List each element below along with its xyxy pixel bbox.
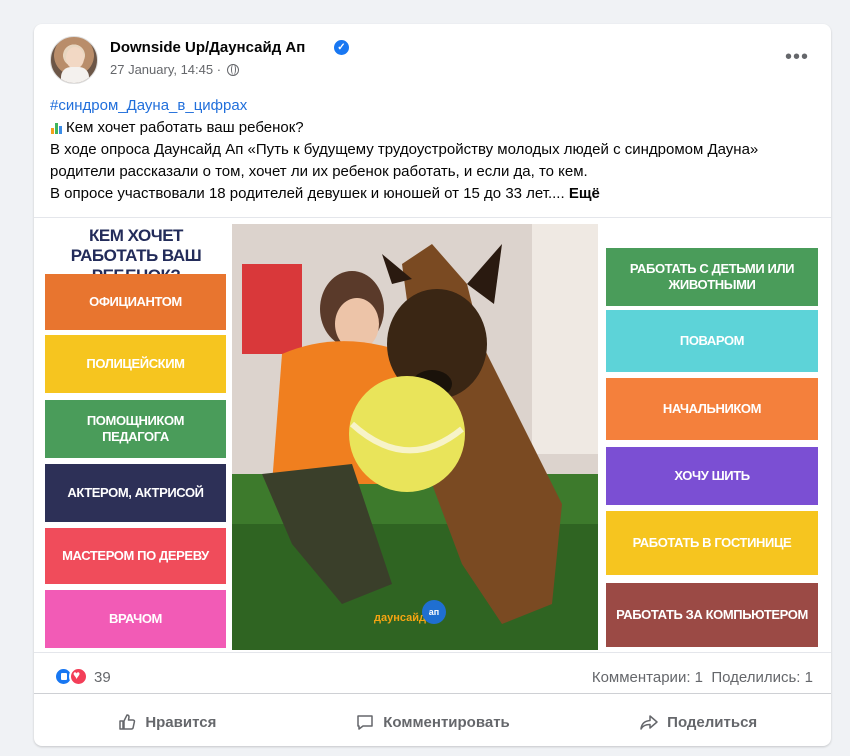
post-card: Downside Up/Даунсайд Ап ✓ 27 January, 14…: [34, 24, 831, 746]
comments-count[interactable]: Комментарии: 1: [592, 669, 703, 686]
image-tile: ВРАЧОМ: [45, 590, 226, 648]
thumbs-up-icon: [119, 714, 136, 730]
image-tile: ХОЧУ ШИТЬ: [606, 447, 818, 505]
image-tile: МАСТЕРОМ ПО ДЕРЕВУ: [45, 528, 226, 584]
post-text: #синдром_Дауна_в_цифрах Кем хочет работа…: [50, 95, 820, 205]
image-tile: ПОМОЩНИКОМ ПЕДАГОГА: [45, 400, 226, 458]
share-icon: [640, 715, 658, 730]
image-tile: ПОЛИЦЕЙСКИМ: [45, 335, 226, 393]
comment-button[interactable]: Комментировать: [300, 700, 566, 744]
image-tile: ОФИЦИАНТОМ: [45, 274, 226, 330]
avatar[interactable]: [50, 36, 98, 84]
comment-label: Комментировать: [383, 713, 510, 731]
globe-icon: [226, 64, 239, 76]
share-button[interactable]: Поделиться: [565, 700, 831, 744]
post-last-line: В опросе участвовали 18 родителей девуше…: [50, 185, 565, 202]
post-image[interactable]: КЕМ ХОЧЕТ РАБОТАТЬ ВАШ РЕБЕНОК? ОФИЦИАНТ…: [34, 217, 831, 653]
love-reaction-icon[interactable]: [69, 667, 88, 686]
see-more-link[interactable]: Ещё: [569, 185, 600, 202]
image-tile: НАЧАЛЬНИКОМ: [606, 378, 818, 440]
reactions-count[interactable]: 39: [94, 669, 111, 686]
post-meta: 27 January, 14:45 ·: [110, 62, 239, 77]
image-tile: РАБОТАТЬ С ДЕТЬМИ ИЛИ ЖИВОТНЫМИ: [606, 248, 818, 306]
like-button[interactable]: Нравится: [34, 700, 300, 744]
logo-text: даунсайд: [374, 612, 426, 624]
comment-icon: [357, 715, 373, 730]
reactions-bar: 39 Комментарии: 1 Поделились: 1: [34, 660, 831, 694]
share-label: Поделиться: [667, 713, 758, 731]
shares-count[interactable]: Поделились: 1: [711, 669, 813, 686]
avatar-face: [66, 47, 84, 69]
like-label: Нравится: [145, 713, 217, 731]
image-tile: РАБОТАТЬ В ГОСТИНИЦЕ: [606, 511, 818, 575]
post-question: Кем хочет работать ваш ребенок?: [66, 119, 304, 136]
page-name[interactable]: Downside Up/Даунсайд Ап: [110, 39, 305, 56]
post-body: В ходе опроса Даунсайд Ап «Путь к будуще…: [50, 141, 759, 180]
image-tile: ПОВАРОМ: [606, 310, 818, 372]
meta-separator: ·: [213, 62, 225, 77]
logo-ball: ап: [422, 600, 446, 624]
post-actions: Нравится Комментировать Поделиться: [34, 700, 831, 744]
post-date[interactable]: 27 January, 14:45: [110, 62, 213, 77]
photo-illustration: [232, 224, 598, 650]
photo-girl-with-dog: даунсайд ап: [232, 224, 598, 650]
bar-chart-icon: [50, 120, 64, 134]
image-tile: РАБОТАТЬ ЗА КОМПЬЮТЕРОМ: [606, 583, 818, 647]
post-header: Downside Up/Даунсайд Ап ✓ 27 January, 14…: [34, 24, 831, 104]
hashtag-link[interactable]: #синдром_Дауна_в_цифрах: [50, 97, 247, 114]
more-options-button[interactable]: •••: [785, 46, 809, 69]
engagement-counts: Комментарии: 1 Поделились: 1: [592, 669, 813, 686]
image-tile: АКТЕРОМ, АКТРИСОЙ: [45, 464, 226, 522]
avatar-body: [61, 67, 89, 83]
verified-badge-icon: ✓: [334, 40, 349, 55]
